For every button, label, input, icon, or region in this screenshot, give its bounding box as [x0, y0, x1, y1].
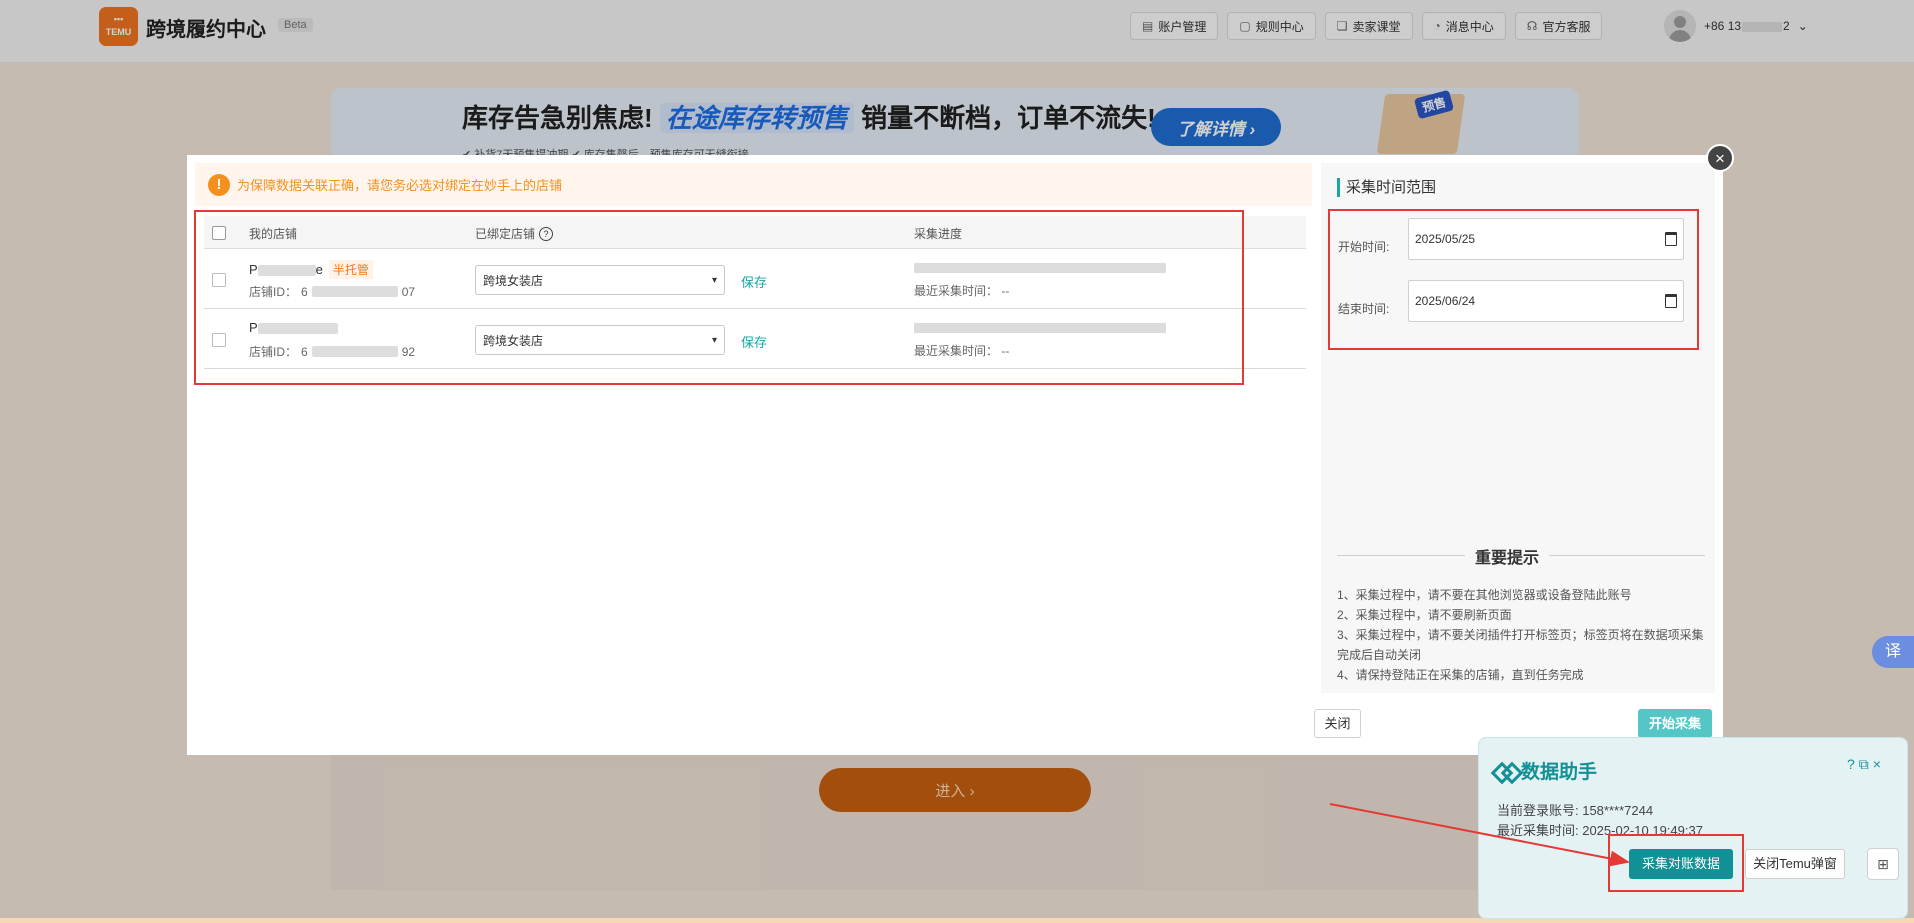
annotation-arrow [1329, 803, 1630, 867]
translate-icon[interactable]: 译 [1872, 636, 1914, 668]
